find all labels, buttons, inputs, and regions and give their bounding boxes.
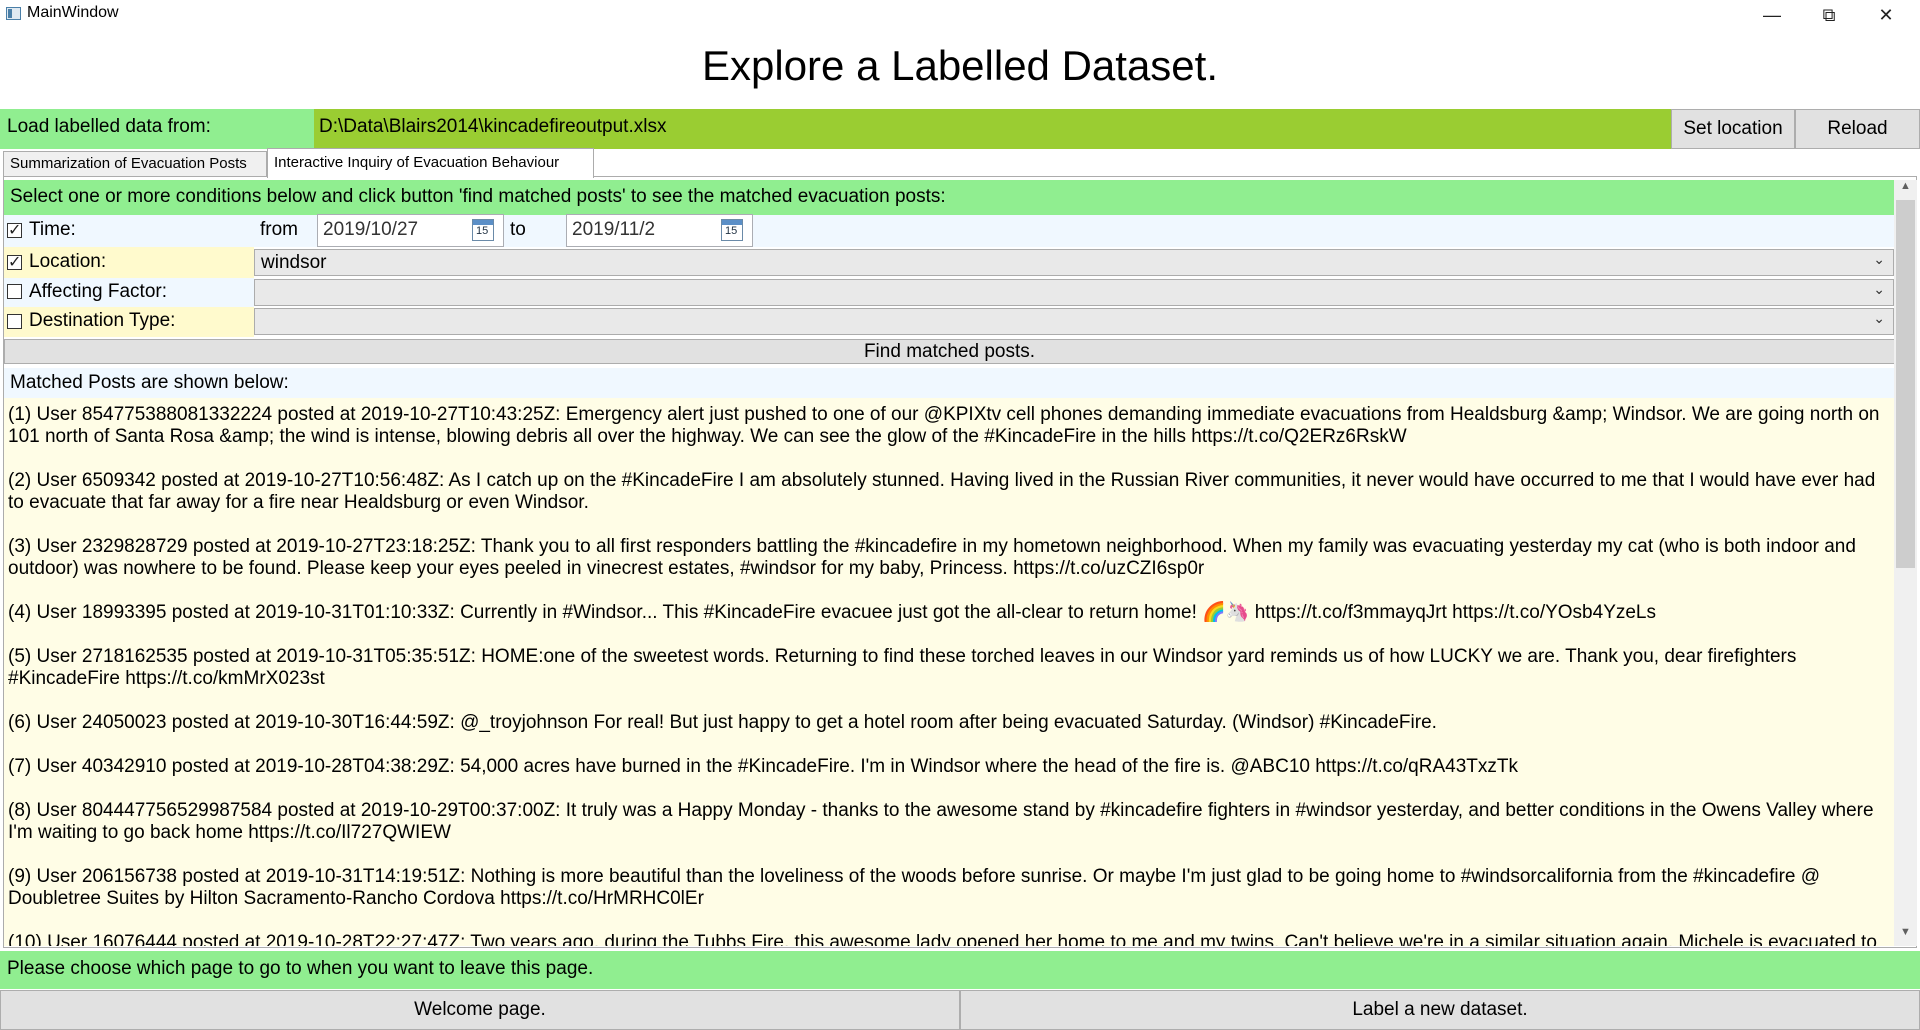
scroll-down-icon[interactable]: ▼ [1894,926,1917,946]
location-select-value: windsor [261,252,327,273]
location-label: Location: [29,251,107,272]
set-location-button[interactable]: Set location [1671,109,1795,149]
chevron-down-icon: ⌄ [1873,281,1885,297]
maximize-button[interactable]: ⧉ [1801,0,1857,30]
data-path-field[interactable]: D:\Data\Blairs2014\kincadefireoutput.xls… [314,109,1671,149]
chevron-down-icon: ⌄ [1873,251,1885,267]
find-matched-posts-button[interactable]: Find matched posts. [4,339,1895,364]
minimize-button[interactable]: — [1744,0,1800,30]
scrollbar-thumb[interactable] [1896,200,1915,568]
post-item: (6) User 24050023 posted at 2019-10-30T1… [8,712,1437,733]
close-button[interactable]: ✕ [1858,0,1914,30]
matched-posts-header: Matched Posts are shown below: [4,368,1894,398]
calendar-icon-digits: 15 [725,225,738,237]
to-label: to [510,219,526,240]
post-item: (4) User 18993395 posted at 2019-10-31T0… [8,602,1656,623]
post-item: (2) User 6509342 posted at 2019-10-27T10… [8,470,1876,513]
footer-note: Please choose which page to go to when y… [0,951,1920,989]
time-label: Time: [29,219,76,240]
post-item: (8) User 804447756529987584 posted at 20… [8,800,1874,843]
tab-summarization[interactable]: Summarization of Evacuation Posts [3,151,267,176]
label-new-dataset-button[interactable]: Label a new dataset. [960,990,1920,1030]
instruction-text: Select one or more conditions below and … [4,180,1894,215]
post-item: (1) User 854775388081332224 posted at 20… [8,404,1880,447]
welcome-page-button[interactable]: Welcome page. [0,990,960,1030]
scroll-up-icon[interactable]: ▲ [1894,180,1917,200]
calendar-icon[interactable]: 15 [472,219,494,241]
destination-type-checkbox[interactable] [7,314,22,329]
tab-interactive-inquiry[interactable]: Interactive Inquiry of Evacuation Behavi… [267,148,594,178]
load-data-label: Load labelled data from: [0,109,314,149]
post-item: (10) User 16076444 posted at 2019-10-28T… [8,932,1877,946]
destination-type-select[interactable]: ⌄ [254,308,1894,335]
affecting-factor-checkbox[interactable] [7,284,22,299]
affecting-factor-label: Affecting Factor: [29,281,167,302]
post-item: (7) User 40342910 posted at 2019-10-28T0… [8,756,1518,777]
post-item: (9) User 206156738 posted at 2019-10-31T… [8,866,1821,909]
matched-posts-list[interactable]: (1) User 854775388081332224 posted at 20… [4,398,1894,946]
title-bar [0,0,1920,30]
post-item: (5) User 2718162535 posted at 2019-10-31… [8,646,1797,689]
time-checkbox[interactable] [7,220,22,240]
calendar-icon[interactable]: 15 [721,219,743,241]
reload-button[interactable]: Reload [1795,109,1920,149]
app-window-icon [6,7,21,20]
calendar-icon-digits: 15 [476,225,489,237]
window-title: MainWindow [27,4,119,21]
chevron-down-icon: ⌄ [1873,310,1885,326]
page-title: Explore a Labelled Dataset. [702,42,1218,89]
location-checkbox[interactable] [7,252,22,272]
destination-type-label: Destination Type: [29,310,176,331]
from-label: from [260,219,298,240]
post-item: (3) User 2329828729 posted at 2019-10-27… [8,536,1856,579]
affecting-factor-select[interactable]: ⌄ [254,279,1894,306]
location-select[interactable]: windsor ⌄ [254,249,1894,276]
